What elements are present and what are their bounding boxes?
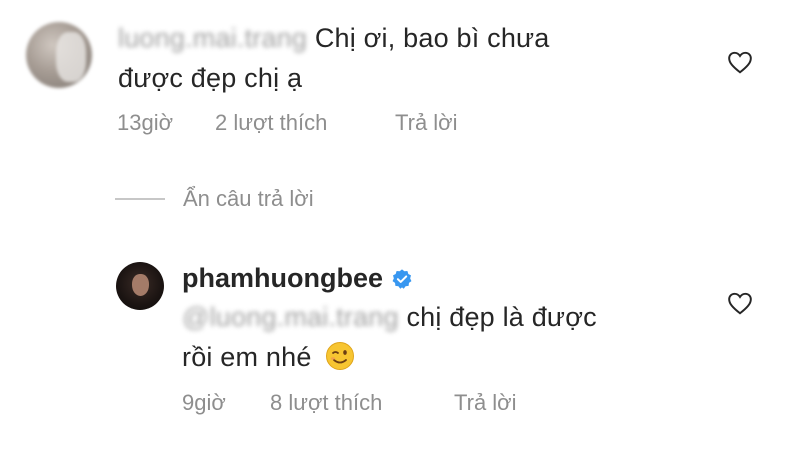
reply-avatar[interactable] (116, 262, 164, 310)
comment-1-reply-button[interactable]: Trả lời (395, 110, 458, 136)
comment-1-text: luong.mai.trang Chị ơi, bao bì chưa (118, 18, 550, 58)
hide-replies-divider (115, 198, 165, 200)
commenter-avatar[interactable] (26, 22, 92, 88)
comments-panel: luong.mai.trang Chị ơi, bao bì chưa được… (0, 0, 800, 457)
heart-outline-icon[interactable] (727, 50, 753, 74)
reply-username-row: phamhuongbee (182, 263, 413, 294)
comment-1-text-line2: được đẹp chị ạ (118, 63, 303, 93)
comment-1-time: 13giờ (117, 110, 174, 135)
comment-1-text-line1: Chị ơi, bao bì chưa (314, 23, 550, 53)
verified-badge-icon (392, 268, 412, 289)
reply-likes[interactable]: 8 lượt thích (270, 390, 454, 416)
hide-replies-label[interactable]: Ẩn câu trả lời (183, 186, 314, 212)
reply-username[interactable]: phamhuongbee (182, 263, 383, 294)
comment-1-username[interactable]: luong.mai.trang (118, 18, 307, 58)
avatar-photo-detail (132, 274, 149, 296)
hide-replies-toggle[interactable]: Ẩn câu trả lời (115, 186, 314, 212)
reply-meta: 9giờ 8 lượt thích Trả lời (182, 390, 517, 416)
reply-mention[interactable]: @luong.mai.trang (182, 297, 399, 337)
reply-text-line2: rồi em nhé (182, 342, 312, 372)
avatar-photo-detail (56, 32, 86, 82)
reply-reply-button[interactable]: Trả lời (454, 390, 517, 416)
reply-text: @luong.mai.trang chị đẹp là được (182, 297, 597, 337)
reply-text-line2-row: rồi em nhé (182, 337, 355, 377)
heart-outline-icon[interactable] (727, 291, 753, 315)
reply-text-line1: chị đẹp là được (406, 302, 597, 332)
comment-1-likes[interactable]: 2 lượt thích (215, 110, 395, 136)
reply-time: 9giờ (182, 390, 226, 415)
comment-1-meta: 13giờ 2 lượt thích Trả lời (117, 110, 458, 136)
winking-face-emoji (326, 342, 355, 370)
